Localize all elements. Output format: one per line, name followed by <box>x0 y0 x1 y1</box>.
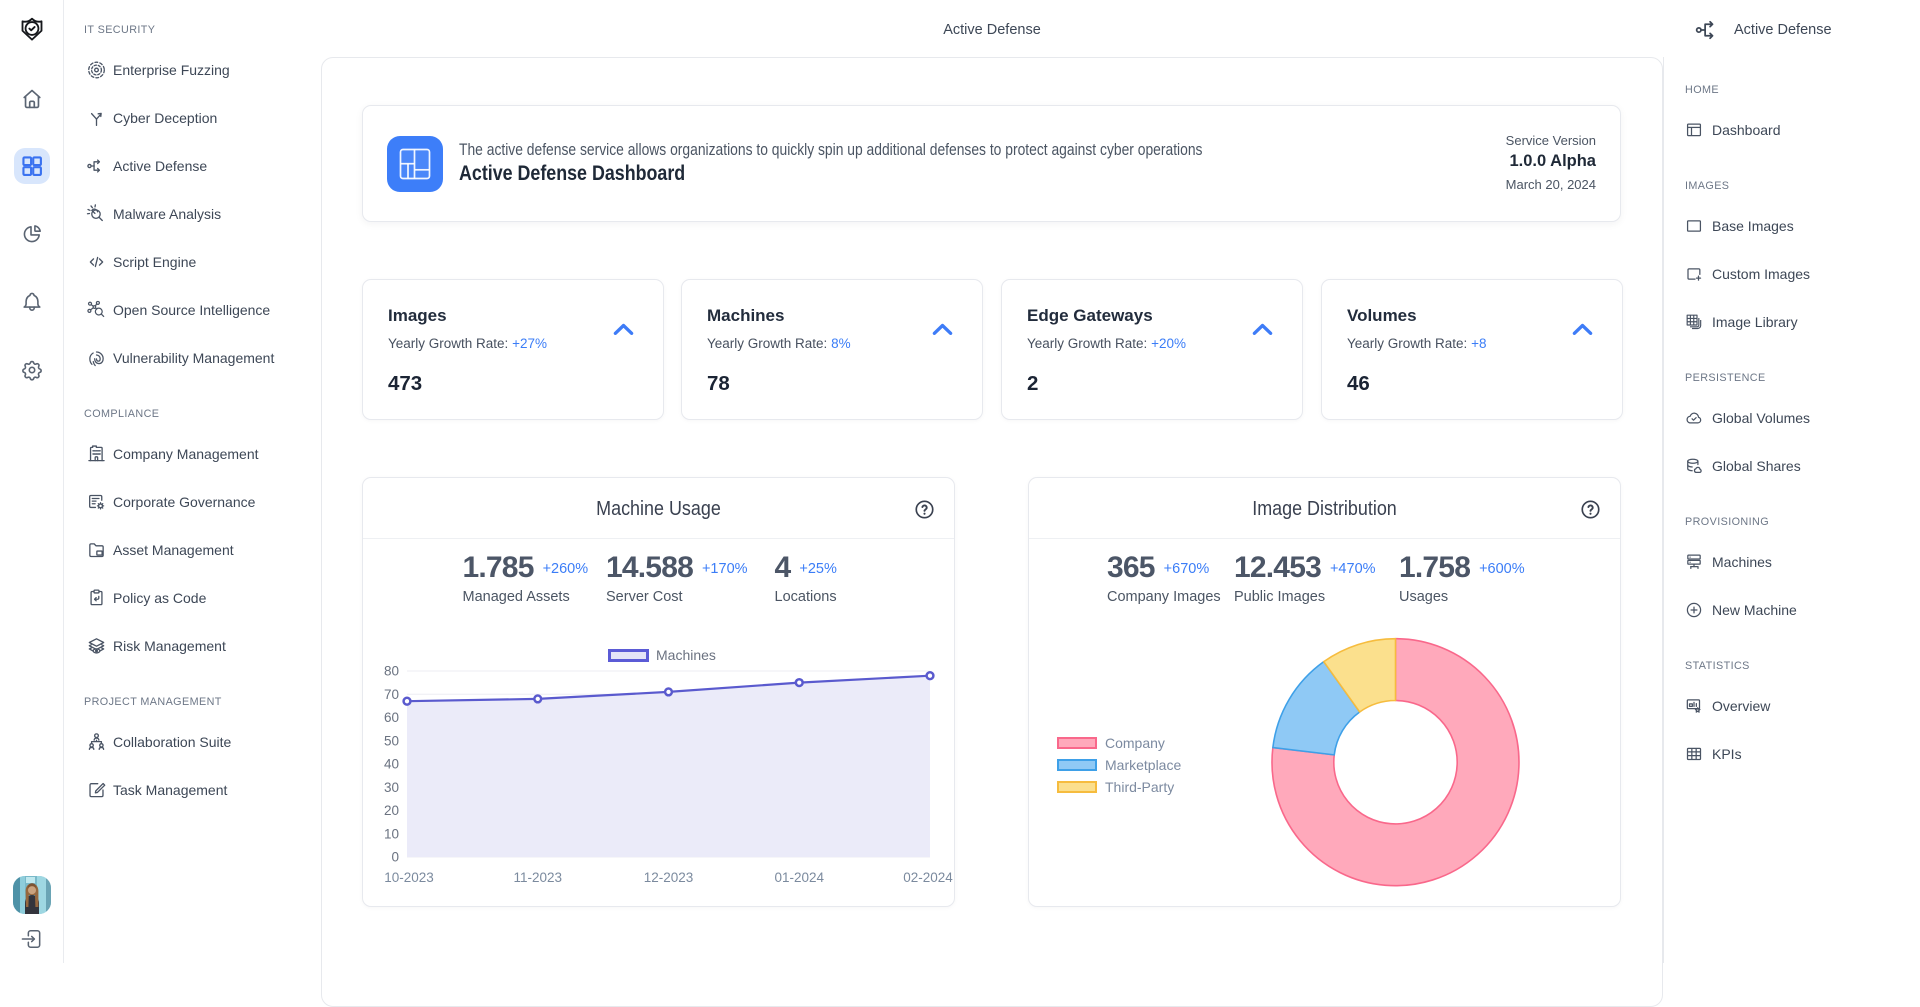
svg-text:50: 50 <box>384 733 399 748</box>
svg-text:10: 10 <box>384 826 399 841</box>
svg-text:30: 30 <box>384 780 399 795</box>
svg-text:01-2024: 01-2024 <box>774 870 824 885</box>
svg-text:11-2023: 11-2023 <box>513 870 562 885</box>
svg-text:80: 80 <box>384 664 399 679</box>
svg-text:10-2023: 10-2023 <box>384 870 434 885</box>
svg-text:70: 70 <box>384 687 399 702</box>
svg-text:0: 0 <box>391 850 399 865</box>
svg-text:02-2024: 02-2024 <box>903 870 953 885</box>
svg-text:40: 40 <box>384 757 399 772</box>
svg-text:60: 60 <box>384 710 399 725</box>
svg-text:20: 20 <box>384 803 399 818</box>
svg-text:12-2023: 12-2023 <box>644 870 694 885</box>
